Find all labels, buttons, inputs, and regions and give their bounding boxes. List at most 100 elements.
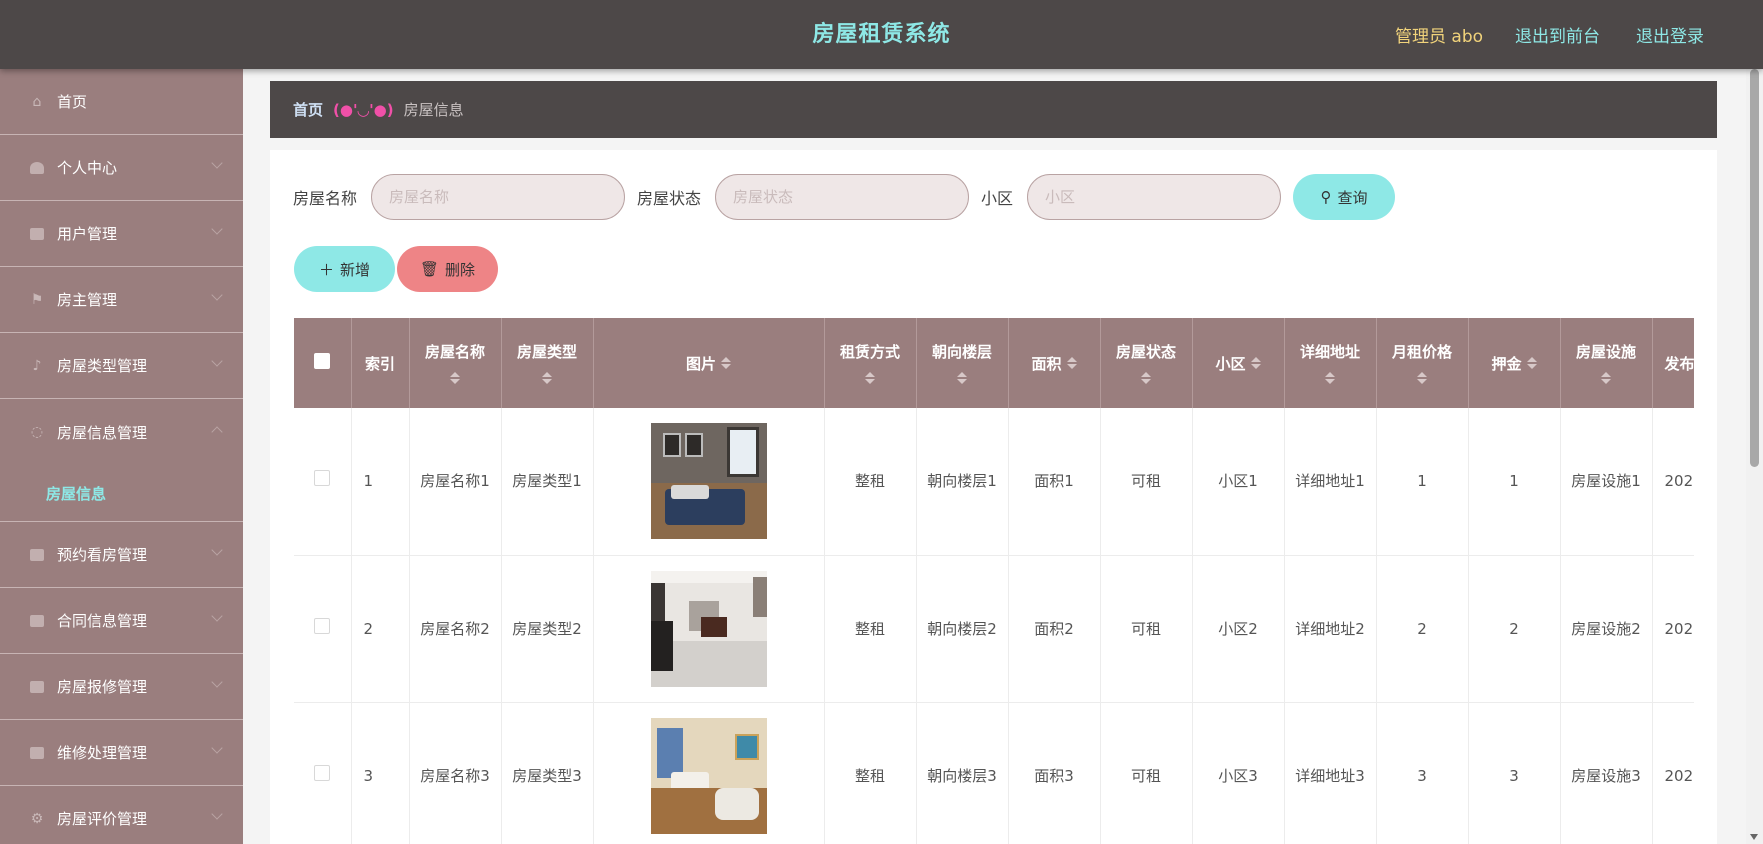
column-header-price[interactable]: 月租价格 <box>1376 318 1469 408</box>
sidebar-item-label: 合同信息管理 <box>57 612 148 630</box>
sidebar-item-label: 房屋报修管理 <box>57 678 148 696</box>
plus-icon: ＋ <box>318 260 334 279</box>
breadcrumb-home[interactable]: 首页 <box>293 99 323 120</box>
cell-address: 详细地址2 <box>1284 555 1377 703</box>
column-header-address[interactable]: 详细地址 <box>1284 318 1377 408</box>
sort-icon[interactable] <box>1250 356 1261 370</box>
column-header-house-name[interactable]: 房屋名称 <box>409 318 502 408</box>
main-content: 房屋名称 房屋状态 小区 ⚲ 查询 ＋ 新增 🗑 删除 <box>270 150 1717 844</box>
sort-icon[interactable] <box>721 356 731 370</box>
sidebar-item-repair-request-management[interactable]: 房屋报修管理 <box>0 654 243 720</box>
chat-icon <box>29 613 45 629</box>
cell-deposit: 1 <box>1468 408 1561 556</box>
add-button[interactable]: ＋ 新增 <box>294 246 395 292</box>
row-checkbox[interactable] <box>314 470 331 487</box>
sidebar-item-viewing-appointment[interactable]: 预约看房管理 <box>0 522 243 588</box>
action-bar: ＋ 新增 🗑 删除 <box>294 246 498 292</box>
column-header-floor[interactable]: 朝向楼层 <box>916 318 1009 408</box>
community-input[interactable] <box>1027 174 1282 220</box>
column-header-status[interactable]: 房屋状态 <box>1100 318 1193 408</box>
house-name-label: 房屋名称 <box>293 189 358 208</box>
column-header-area[interactable]: 面积 <box>1008 318 1101 408</box>
sort-icon[interactable] <box>1066 356 1077 370</box>
gear-icon: ⚙ <box>30 810 44 827</box>
sidebar-item-personal-center[interactable]: 个人中心 <box>0 135 243 201</box>
sidebar-item-house-type-management[interactable]: ♪ 房屋类型管理 <box>0 333 243 399</box>
sidebar-item-label: 用户管理 <box>57 225 118 243</box>
search-bar: 房屋名称 房屋状态 小区 ⚲ 查询 <box>293 174 1396 220</box>
trash-icon: 🗑 <box>419 260 440 278</box>
vertical-scrollbar[interactable] <box>1746 69 1763 844</box>
sort-icon[interactable] <box>921 371 1004 385</box>
cell-house-name: 房屋名称3 <box>409 702 502 844</box>
select-all-checkbox[interactable] <box>314 353 331 369</box>
sidebar-item-house-info-management[interactable]: ◌ 房屋信息管理 <box>0 399 243 465</box>
search-button-label: 查询 <box>1337 188 1368 207</box>
sort-icon[interactable] <box>1105 371 1188 385</box>
cell-floor: 朝向楼层2 <box>916 555 1009 703</box>
cell-house-name: 房屋名称1 <box>409 408 502 556</box>
cell-index: 2 <box>351 555 410 703</box>
cell-address: 详细地址3 <box>1284 702 1377 844</box>
delete-button[interactable]: 🗑 删除 <box>397 246 498 292</box>
sidebar-item-contract-management[interactable]: 合同信息管理 <box>0 588 243 654</box>
sidebar-item-repair-handling-management[interactable]: 维修处理管理 <box>0 720 243 786</box>
sort-icon[interactable] <box>1381 371 1464 385</box>
house-name-input[interactable] <box>371 174 626 220</box>
cell-facility: 房屋设施3 <box>1560 702 1653 844</box>
cell-house-type: 房屋类型2 <box>501 555 594 703</box>
sidebar-item-user-management[interactable]: 用户管理 <box>0 201 243 267</box>
cell-status: 可租 <box>1100 555 1193 703</box>
sidebar-item-label: 个人中心 <box>57 159 118 177</box>
sidebar-item-label: 房屋信息管理 <box>57 423 148 442</box>
column-header-community[interactable]: 小区 <box>1192 318 1285 408</box>
cell-published: 202 <box>1652 702 1694 844</box>
sidebar-item-review-management[interactable]: ⚙ 房屋评价管理 <box>0 786 243 844</box>
sort-icon[interactable] <box>414 371 497 385</box>
sidebar-subitem-house-info: 房屋信息 <box>0 465 243 522</box>
row-checkbox[interactable] <box>314 764 331 781</box>
column-header-published[interactable]: 发布 <box>1652 318 1694 408</box>
sort-icon[interactable] <box>506 371 589 385</box>
chevron-down-icon <box>211 808 223 820</box>
sidebar-subitem-label[interactable]: 房屋信息 <box>46 483 106 504</box>
home-icon: ⌂ <box>32 93 42 110</box>
chevron-down-icon <box>211 157 223 169</box>
sidebar-item-landlord-management[interactable]: ⚑ 房主管理 <box>0 267 243 333</box>
cell-index: 1 <box>351 408 410 556</box>
sort-icon[interactable] <box>1565 371 1648 385</box>
chevron-down-icon <box>211 223 223 235</box>
chevron-down-icon <box>211 742 223 754</box>
sidebar-item-home[interactable]: ⌂ 首页 <box>0 69 243 135</box>
cell-index: 3 <box>351 702 410 844</box>
row-checkbox[interactable] <box>314 617 331 634</box>
sort-icon[interactable] <box>829 371 912 385</box>
cell-deposit: 3 <box>1468 702 1561 844</box>
table-row[interactable]: 1 房屋名称1 房屋类型1 整租 朝向楼层1 面积1 可租 小区1 详细地址1 … <box>294 408 1694 556</box>
column-header-deposit[interactable]: 押金 <box>1468 318 1561 408</box>
column-header-house-type[interactable]: 房屋类型 <box>501 318 594 408</box>
sidebar-item-label: 房屋类型管理 <box>57 357 148 375</box>
sidebar-item-label: 预约看房管理 <box>57 546 148 564</box>
user-icon <box>29 160 45 176</box>
sort-icon[interactable] <box>1526 356 1537 370</box>
column-header-rent-mode[interactable]: 租赁方式 <box>824 318 917 408</box>
cell-image <box>593 408 825 556</box>
back-to-front-link[interactable]: 退出到前台 <box>1515 22 1600 47</box>
logout-link[interactable]: 退出登录 <box>1636 22 1704 47</box>
scrollbar-thumb[interactable] <box>1750 69 1759 467</box>
search-button[interactable]: ⚲ 查询 <box>1293 174 1396 220</box>
table-row[interactable]: 2 房屋名称2 房屋类型2 整租 朝向楼层2 面积2 可租 小区2 详细地址2 … <box>294 555 1694 703</box>
house-status-input[interactable] <box>715 174 970 220</box>
cell-image <box>593 555 825 703</box>
table-row[interactable]: 3 房屋名称3 房屋类型3 整租 朝向楼层3 面积3 可租 小区3 详细地址3 … <box>294 702 1694 844</box>
cell-area: 面积2 <box>1008 555 1101 703</box>
cell-community: 小区1 <box>1192 408 1285 556</box>
house-photo <box>650 423 767 540</box>
chevron-down-icon <box>211 355 223 367</box>
flag-icon: ⚑ <box>30 291 44 308</box>
sort-icon[interactable] <box>1289 371 1372 385</box>
column-header-image[interactable]: 图片 <box>593 318 825 408</box>
column-header-facility[interactable]: 房屋设施 <box>1560 318 1653 408</box>
scroll-down-arrow-icon[interactable] <box>1750 834 1758 840</box>
